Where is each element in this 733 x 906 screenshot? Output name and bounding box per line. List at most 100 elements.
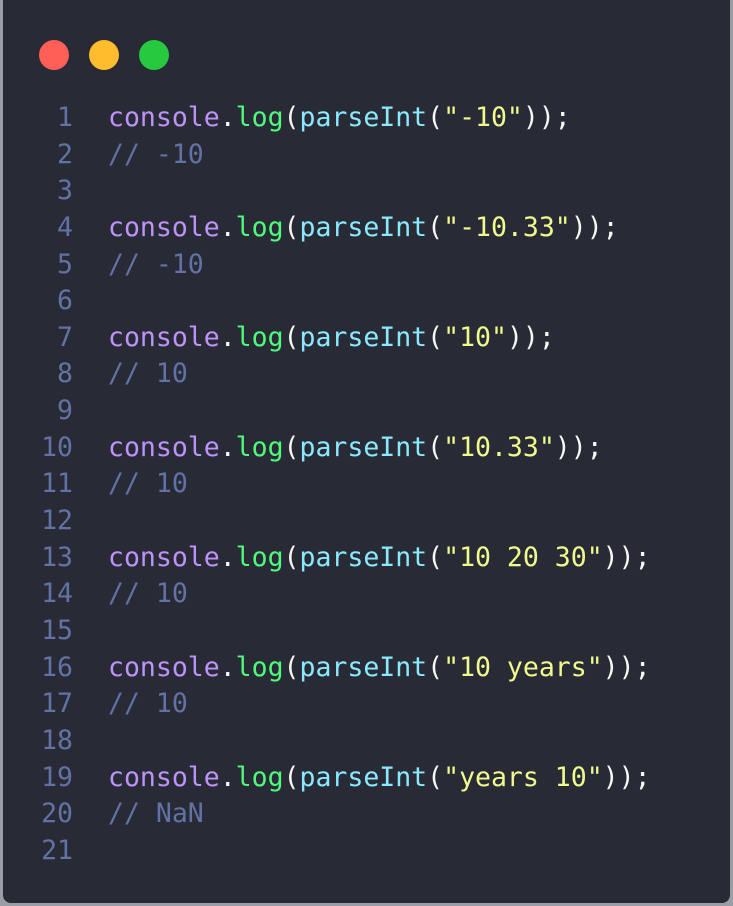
close-button[interactable] (39, 40, 69, 70)
token-comment: // -10 (108, 138, 204, 170)
token-object: console (108, 431, 220, 463)
code-line: 16 console.log(parseInt("10 years")); (3, 650, 650, 687)
code-line: 19 console.log(parseInt("years 10")); (3, 760, 650, 797)
token-punct: ( (283, 431, 300, 463)
line-number: 1 (57, 102, 73, 133)
code-line: 1 console.log(parseInt("-10")); (3, 100, 571, 137)
token-string: "10.33" (443, 431, 555, 463)
token-comment: // -10 (108, 248, 204, 280)
token-punct: )); (570, 211, 619, 243)
token-function: parseInt (299, 321, 428, 353)
line-number: 10 (41, 431, 73, 463)
token-method: log (235, 102, 284, 133)
token-string: "10" (443, 321, 507, 353)
token-object: console (108, 321, 220, 353)
line-number: 21 (41, 834, 73, 866)
token-punct: ( (283, 651, 300, 683)
token-comment: // NaN (108, 798, 204, 830)
token-comment: // 10 (108, 468, 188, 500)
token-string: "-10" (443, 102, 523, 133)
code-line: 20 // NaN (3, 796, 204, 833)
code-line: 3 (3, 173, 73, 210)
minimize-button[interactable] (89, 40, 119, 70)
token-punct: ( (283, 541, 300, 573)
token-string: "10 20 30" (443, 541, 603, 573)
line-number: 3 (57, 175, 73, 207)
code-line: 6 (3, 283, 73, 320)
token-punct: ( (427, 431, 444, 463)
token-punct: ( (427, 211, 444, 243)
line-number: 14 (41, 578, 73, 610)
token-punct: ( (427, 102, 444, 133)
token-punct: . (219, 541, 236, 573)
token-comment: // 10 (108, 358, 188, 390)
line-number: 16 (41, 651, 73, 683)
token-string: "10 years" (443, 651, 603, 683)
token-function: parseInt (299, 651, 428, 683)
token-object: console (108, 541, 220, 573)
token-punct: . (219, 321, 236, 353)
token-punct: ( (427, 761, 444, 793)
token-object: console (108, 651, 220, 683)
line-number: 8 (57, 358, 73, 390)
line-number: 19 (41, 761, 73, 793)
line-number: 2 (57, 138, 73, 170)
token-punct: ( (427, 541, 444, 573)
token-function: parseInt (299, 431, 428, 463)
token-method: log (235, 211, 284, 243)
token-punct: . (219, 651, 236, 683)
code-line: 21 (3, 833, 73, 870)
line-number: 7 (57, 321, 73, 353)
token-punct: ( (283, 761, 300, 793)
code-line: 5 // -10 (3, 247, 204, 284)
line-number: 11 (41, 468, 73, 500)
line-number: 20 (41, 798, 73, 830)
token-method: log (235, 761, 284, 793)
token-function: parseInt (299, 541, 428, 573)
token-punct: )); (506, 321, 555, 353)
line-number: 5 (57, 248, 73, 280)
token-method: log (235, 541, 284, 573)
code-line: 8 // 10 (3, 356, 188, 393)
token-punct: ( (283, 211, 300, 243)
code-line: 7 console.log(parseInt("10")); (3, 320, 555, 357)
token-punct: ( (283, 321, 300, 353)
token-punct: )); (522, 102, 571, 133)
token-function: parseInt (299, 102, 428, 133)
code-line: 17 // 10 (3, 686, 188, 723)
line-number: 9 (57, 395, 73, 427)
token-punct: . (219, 431, 236, 463)
token-method: log (235, 431, 284, 463)
line-number: 15 (41, 614, 73, 646)
token-comment: // 10 (108, 688, 188, 720)
token-punct: ( (283, 102, 300, 133)
code-line: 11 // 10 (3, 466, 188, 503)
code-line: 9 (3, 393, 73, 430)
token-string: "-10.33" (443, 211, 571, 243)
line-number: 12 (41, 505, 73, 537)
line-number: 18 (41, 724, 73, 756)
token-punct: . (219, 761, 236, 793)
code-line: 15 (3, 613, 73, 650)
token-punct: )); (602, 761, 651, 793)
code-line: 12 (3, 503, 73, 540)
token-string: "years 10" (443, 761, 603, 793)
code-line: 4 console.log(parseInt("-10.33")); (3, 210, 619, 247)
token-punct: . (219, 211, 236, 243)
token-object: console (108, 211, 220, 243)
token-punct: ( (427, 651, 444, 683)
line-number: 13 (41, 541, 73, 573)
token-function: parseInt (299, 211, 428, 243)
token-punct: . (219, 102, 236, 133)
code-window: 1 console.log(parseInt("-10")); 2// -10 3 4 c… (3, 0, 730, 903)
code-line: 14 // 10 (3, 576, 188, 613)
code-editor: 1 console.log(parseInt("-10")); 2// -10 3 4 c… (3, 100, 650, 870)
code-line: 10 console.log(parseInt("10.33")); (3, 430, 603, 467)
token-object: console (108, 761, 220, 793)
token-method: log (235, 651, 284, 683)
code-line: 2 // -10 (3, 137, 204, 174)
token-punct: )); (554, 431, 603, 463)
maximize-button[interactable] (139, 40, 169, 70)
token-method: log (235, 321, 284, 353)
code-line: 18 (3, 723, 73, 760)
